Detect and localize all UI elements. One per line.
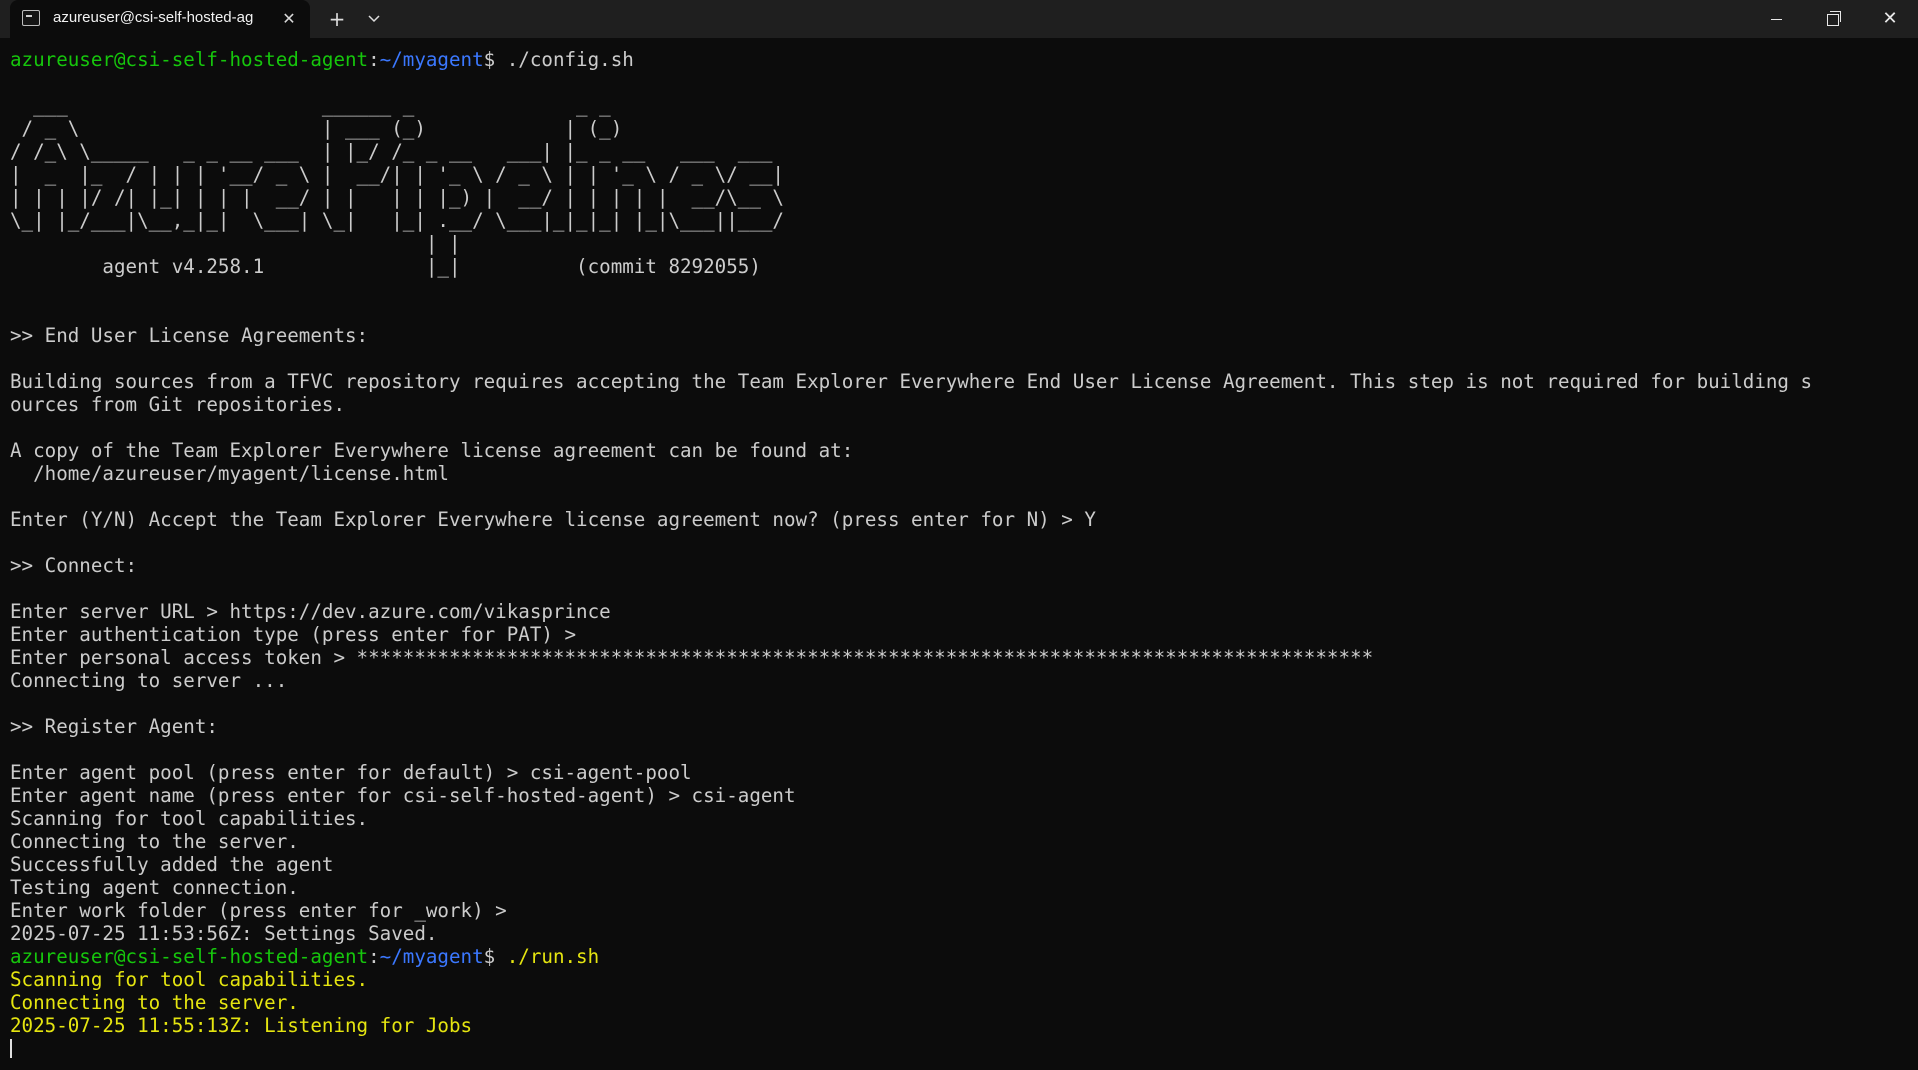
chevron-down-icon: [368, 12, 380, 26]
restore-button[interactable]: [1804, 0, 1862, 38]
output-line: Scanning for tool capabilities.: [10, 807, 369, 830]
banner-version-line: agent v4.258.1 |_| (commit 8292055): [10, 255, 761, 278]
output-line: Enter authentication type (press enter f…: [10, 623, 577, 646]
output-line: /home/azureuser/myagent/license.html: [10, 462, 449, 485]
section-header: >> End User License Agreements:: [10, 324, 369, 347]
section-header: >> Register Agent:: [10, 715, 218, 738]
prompt-sep: :: [368, 945, 380, 968]
prompt-dollar: $: [483, 48, 507, 71]
output-line: Enter agent name (press enter for csi-se…: [10, 784, 796, 807]
prompt-path: ~/myagent: [379, 48, 484, 71]
output-line: Connecting to server ...: [10, 669, 288, 692]
new-tab-button[interactable]: +: [322, 4, 352, 34]
output-line: Connecting to the server.: [10, 991, 299, 1014]
output-line: ources from Git repositories.: [10, 393, 346, 416]
output-line: A copy of the Team Explorer Everywhere l…: [10, 439, 854, 462]
output-line: Enter (Y/N) Accept the Team Explorer Eve…: [10, 508, 1096, 531]
prompt-path: ~/myagent: [379, 945, 484, 968]
output-line: 2025-07-25 11:55:13Z: Listening for Jobs: [10, 1014, 473, 1037]
title-bar: azureuser@csi-self-hosted-ag ✕ + ✕: [0, 0, 1918, 38]
output-line: Scanning for tool capabilities.: [10, 968, 369, 991]
prompt-command: ./config.sh: [506, 48, 634, 71]
prompt-line: azureuser@csi-self-hosted-agent:~/myagen…: [10, 945, 1910, 968]
prompt-user: azureuser@csi-self-hosted-agent: [10, 48, 369, 71]
text-cursor: [10, 1038, 12, 1058]
banner-line: | |: [10, 232, 461, 255]
output-line: 2025-07-25 11:53:56Z: Settings Saved.: [10, 922, 438, 945]
output-line: Building sources from a TFVC repository …: [10, 370, 1813, 393]
output-line: Enter personal access token > **********…: [10, 646, 1374, 669]
banner-line: \_| |_/___|\__,_|_| \___| \_| |_| .__/ \…: [10, 209, 784, 232]
banner-line: / _ \ | ___ (_) | (_): [10, 117, 623, 140]
tab-dropdown-button[interactable]: [360, 4, 388, 34]
banner-line: ___ ______ _ _ _: [10, 94, 611, 117]
close-tab-icon[interactable]: ✕: [278, 8, 300, 30]
section-header: >> Connect:: [10, 554, 138, 577]
restore-icon: [1827, 10, 1841, 26]
prompt-user: azureuser@csi-self-hosted-agent: [10, 945, 369, 968]
prompt-command: ./run.sh: [506, 945, 600, 968]
banner-line: / /_\ \_____ _ _ __ ___ | |_/ /_ _ __ __…: [10, 140, 773, 163]
tab-title: azureuser@csi-self-hosted-ag: [53, 9, 254, 26]
minimize-button[interactable]: [1747, 0, 1805, 38]
input-line[interactable]: [10, 1037, 1910, 1058]
output-line: Enter work folder (press enter for _work…: [10, 899, 507, 922]
output-line: Enter agent pool (press enter for defaul…: [10, 761, 692, 784]
prompt-sep: :: [368, 48, 380, 71]
output-line: Enter server URL > https://dev.azure.com…: [10, 600, 611, 623]
minimize-icon: [1770, 18, 1782, 21]
terminal-tab[interactable]: azureuser@csi-self-hosted-ag ✕: [10, 0, 310, 38]
prompt-line: azureuser@csi-self-hosted-agent:~/myagen…: [10, 48, 1910, 71]
banner-line: | _ |_ / | | | '__/ _ \ | __/| | '_ \ / …: [10, 163, 784, 186]
banner-line: | | | |/ /| |_| | | | __/ | | | | |_) | …: [10, 186, 784, 209]
prompt-dollar: $: [483, 945, 507, 968]
close-window-button[interactable]: ✕: [1861, 0, 1918, 38]
terminal-icon: [22, 10, 40, 26]
terminal-output[interactable]: azureuser@csi-self-hosted-agent:~/myagen…: [10, 48, 1910, 1058]
output-line: Successfully added the agent: [10, 853, 334, 876]
output-line: Connecting to the server.: [10, 830, 299, 853]
output-line: Testing agent connection.: [10, 876, 299, 899]
